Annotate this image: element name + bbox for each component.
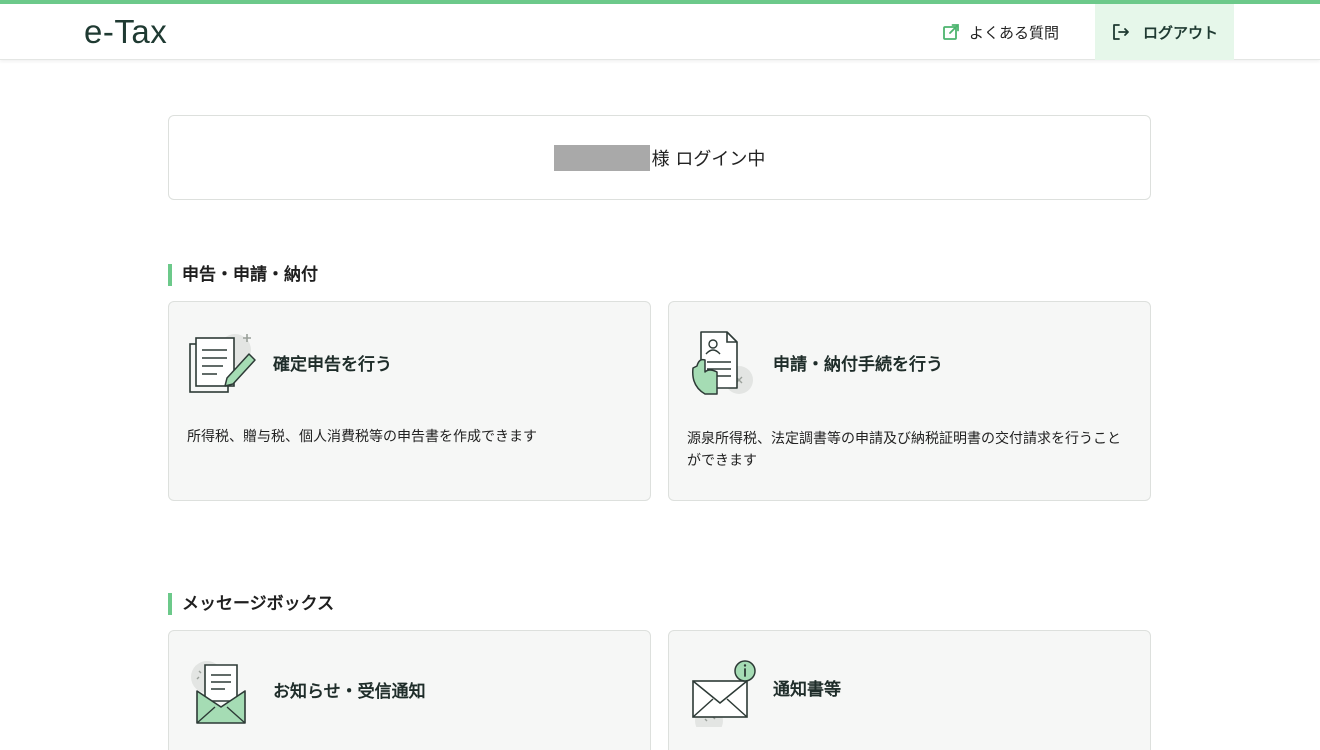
section-title-messagebox: メッセージボックス xyxy=(168,593,334,615)
login-status-text: 様 ログイン中 xyxy=(651,148,766,170)
card-description: 源泉所得税、法定調書等の申請及び納税証明書の交付請求を行うことができます xyxy=(687,431,1121,469)
logout-icon xyxy=(1113,24,1129,40)
faq-label: よくある質問 xyxy=(969,23,1060,42)
letter-envelope-icon xyxy=(191,661,246,724)
login-status-box: 様 ログイン中 xyxy=(168,115,1151,200)
document-pen-icon xyxy=(189,334,256,393)
card-application-payment[interactable]: 申請・納付手続を行う 源泉所得税、法定調書等の申請及び納税証明書の交付請求を行う… xyxy=(668,301,1151,501)
card-title: お知らせ・受信通知 xyxy=(273,682,426,702)
card-notifications[interactable]: 通知書等 xyxy=(668,630,1151,750)
logout-label: ログアウト xyxy=(1142,23,1218,42)
external-link-icon xyxy=(943,24,959,40)
section-title-filing: 申告・申請・納付 xyxy=(168,264,318,286)
site-header: e-Tax よくある質問 ログアウト xyxy=(0,4,1320,60)
card-title: 確定申告を行う xyxy=(273,355,392,375)
login-status: 様 ログイン中 xyxy=(553,144,766,171)
card-notices[interactable]: お知らせ・受信通知 xyxy=(168,630,651,750)
card-description: 所得税、贈与税、個人消費税等の申告書を作成できます xyxy=(187,429,537,445)
envelope-info-icon xyxy=(692,660,756,727)
etax-logo[interactable]: e-Tax xyxy=(84,13,167,51)
hand-document-icon xyxy=(692,331,753,395)
card-title: 通知書等 xyxy=(773,680,841,700)
card-title: 申請・納付手続を行う xyxy=(773,355,943,375)
card-final-tax-return[interactable]: 確定申告を行う 所得税、贈与税、個人消費税等の申告書を作成できます xyxy=(168,301,651,501)
faq-link[interactable]: よくある質問 xyxy=(942,20,1059,44)
logout-button[interactable]: ログアウト xyxy=(1095,4,1234,60)
masked-username xyxy=(553,144,650,171)
